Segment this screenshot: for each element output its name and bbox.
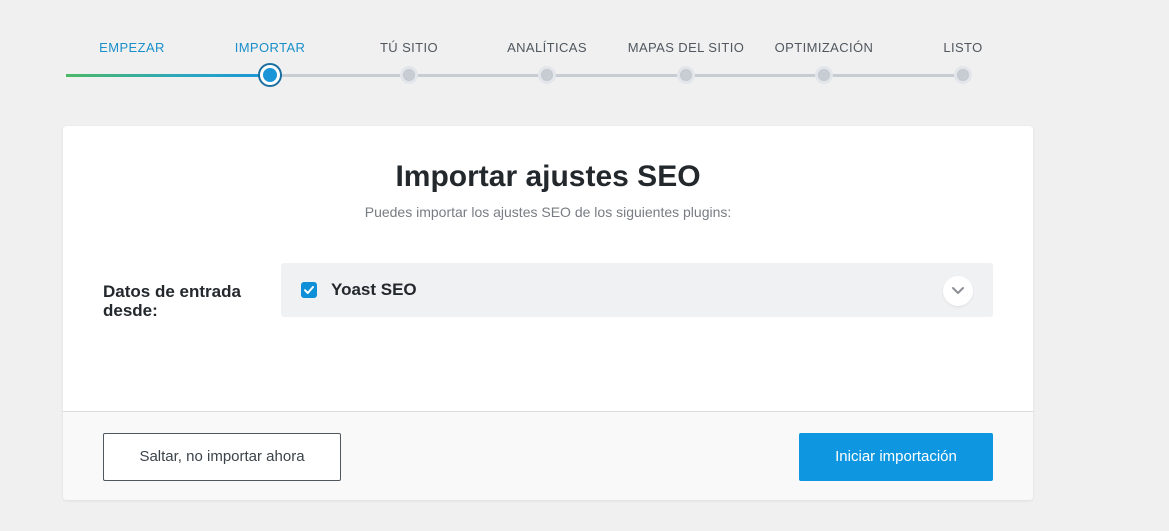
page-title: Importar ajustes SEO [395, 160, 701, 193]
checkmark-icon [304, 286, 314, 294]
progress-steps: EMPEZAR IMPORTAR TÚ SITIO ANALÍTICAS MAP… [0, 0, 1169, 100]
setup-wizard: EMPEZAR IMPORTAR TÚ SITIO ANALÍTICAS MAP… [0, 0, 1169, 531]
step-empezar[interactable]: EMPEZAR [99, 40, 165, 55]
card-footer: Saltar, no importar ahora Iniciar import… [63, 411, 1033, 500]
step-dot-analiticas [538, 66, 556, 84]
step-dot-tu-sitio [400, 66, 418, 84]
step-dot-optimizacion [815, 66, 833, 84]
skip-import-button[interactable]: Saltar, no importar ahora [103, 433, 341, 481]
progress-fill [66, 74, 270, 77]
step-tu-sitio: TÚ SITIO [379, 40, 439, 55]
page-subtitle: Puedes importar los ajustes SEO de los s… [364, 204, 732, 220]
plugin-name: Yoast SEO [331, 280, 417, 299]
step-dot-mapas-del-sitio [677, 66, 695, 84]
chevron-down-icon [952, 287, 964, 294]
step-optimizacion: OPTIMIZACIÓN [774, 40, 874, 55]
start-import-button[interactable]: Iniciar importación [799, 433, 993, 481]
plugin-checkbox[interactable] [301, 282, 317, 298]
step-dot-importar[interactable] [260, 65, 280, 85]
step-analiticas: ANALÍTICAS [507, 40, 587, 55]
step-dot-listo [954, 66, 972, 84]
expand-button[interactable] [943, 276, 973, 306]
source-label: Datos de entrada desde: [103, 282, 241, 320]
plugin-row-yoast[interactable]: Yoast SEO [281, 263, 993, 317]
step-mapas-del-sitio: MAPAS DEL SITIO [627, 40, 745, 55]
import-card: Importar ajustes SEO Puedes importar los… [63, 126, 1033, 500]
step-listo: LISTO [943, 40, 983, 55]
step-importar[interactable]: IMPORTAR [235, 40, 306, 55]
